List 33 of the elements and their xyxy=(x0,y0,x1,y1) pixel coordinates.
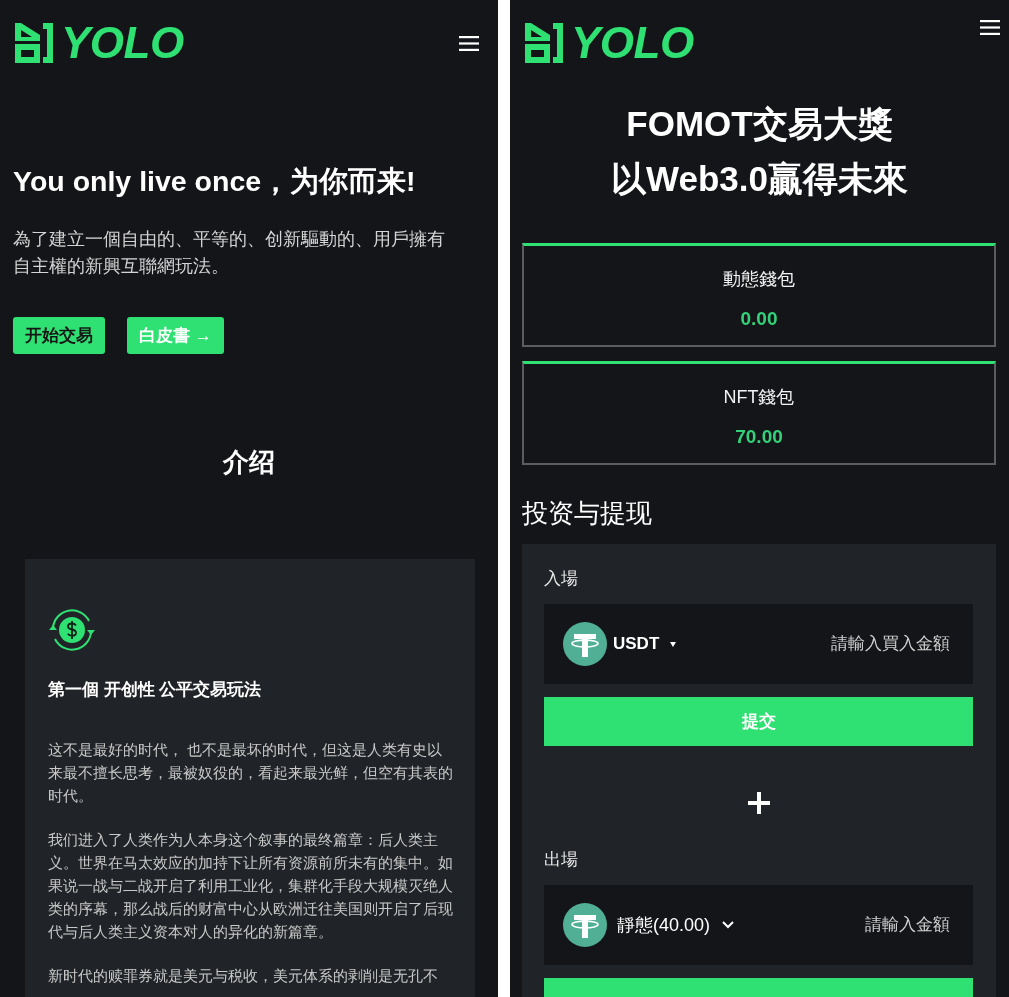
logo-icon xyxy=(15,23,53,63)
start-trading-button[interactable]: 开始交易 xyxy=(13,317,105,354)
logo-icon xyxy=(525,23,563,63)
field-label: 出場 xyxy=(544,849,578,871)
token-selector[interactable]: USDT xyxy=(563,622,677,666)
hero-description: 為了建立一個自由的、平等的、创新驅動的、用戶擁有自主權的新興互聯網玩法。 xyxy=(13,228,446,278)
wallet-label: 動態錢包 xyxy=(723,268,795,291)
section-heading: 投资与提现 xyxy=(522,497,652,530)
chevron-down-icon xyxy=(722,921,735,929)
card-paragraph: 我们进入了人类作为人本身这个叙事的最终篇章：后人类主义。世界在马太效应的加持下让所有资源前所未有的集中。如果说一战与二战开启了利用工业化，集群化手段大规模灭绝人类的序幕，那么战后的财富中心从欧洲迁往美国则开启了后现代与后人类主义资本对人的异化的新篇章。 xyxy=(48,830,454,942)
wallet-balance: 0.00 xyxy=(740,307,778,331)
logo-text: YOLO xyxy=(571,21,694,65)
coin-icon xyxy=(563,622,607,666)
wallet-label: NFT錢包 xyxy=(723,386,795,409)
amount-input[interactable]: 請輸入金額 xyxy=(744,913,950,937)
hero-title: FOMOT交易大獎 xyxy=(626,103,893,145)
amount-input[interactable]: 請輸入買入金額 xyxy=(686,632,950,656)
card-paragraph: 新时代的赎罪券就是美元与税收，美元体系的剥削是无孔不 xyxy=(48,966,439,986)
hero-title: 以Web3.0贏得未來 xyxy=(611,158,908,200)
menu-icon[interactable] xyxy=(459,35,479,51)
token-selector[interactable]: 靜態(40.00) xyxy=(563,903,735,947)
card-title: 第一個 开创性 公平交易玩法 xyxy=(48,679,262,701)
menu-icon[interactable] xyxy=(980,20,1000,35)
dollar-cycle-icon xyxy=(48,606,96,654)
wallet-balance: 70.00 xyxy=(735,425,783,449)
field-label: 入場 xyxy=(544,568,578,590)
card-paragraph: 这不是最好的时代， 也不是最坏的时代，但这是人类有史以来最不擅长思考，最被奴役的，看起来最光鲜，但空有其表的时代。 xyxy=(48,740,454,806)
logo-text: YOLO xyxy=(61,21,184,65)
caret-icon xyxy=(670,641,677,647)
section-heading: 介绍 xyxy=(223,446,275,479)
coin-icon xyxy=(563,903,607,947)
plus-icon xyxy=(747,792,770,814)
hero-title: You only live once，为你而来! xyxy=(13,164,416,199)
